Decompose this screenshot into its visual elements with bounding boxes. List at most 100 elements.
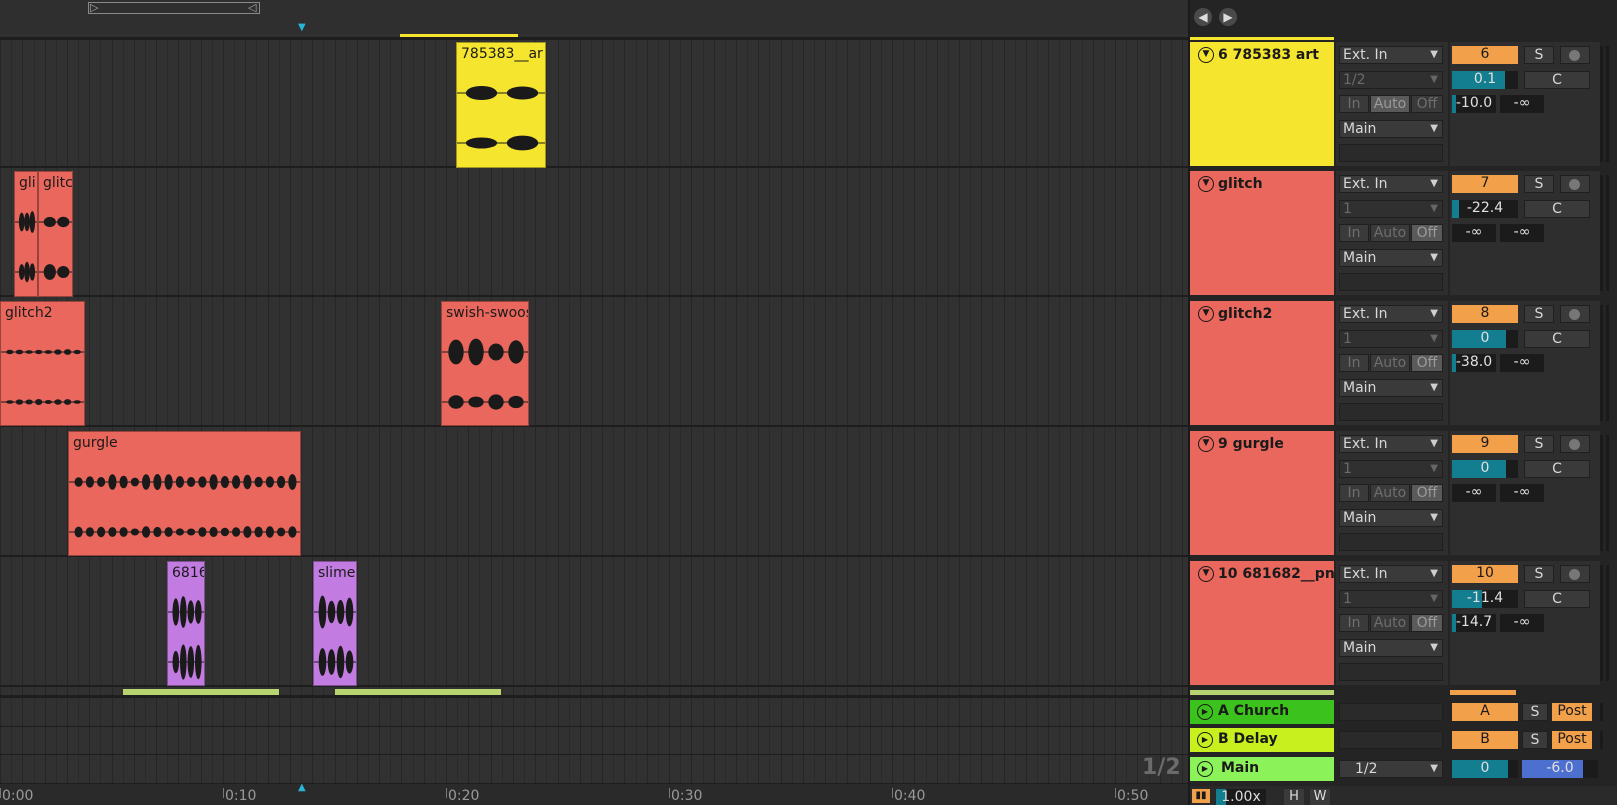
volume-field[interactable]: -11.4 [1452,590,1518,608]
output-channel-field[interactable] [1339,273,1443,291]
send-a-field[interactable]: -14.7 [1452,614,1496,632]
track-header[interactable]: ▼ glitch [1190,171,1334,295]
return-activator[interactable]: B [1452,731,1518,749]
input-channel-select[interactable]: 1 ▼ [1339,460,1443,478]
audio-clip[interactable]: gurgle [68,431,301,556]
track-header[interactable]: ▼ 10 681682__pn [1190,561,1335,685]
monitor-off-button[interactable]: Off [1411,95,1443,113]
send-b-field[interactable]: -∞ [1500,614,1544,632]
input-type-select[interactable]: Ext. In ▼ [1339,46,1443,64]
return-input-field[interactable] [1339,731,1443,749]
volume-field[interactable]: 0 [1452,330,1518,348]
output-select[interactable]: Main ▼ [1339,249,1443,267]
main-volume[interactable]: 0 [1452,760,1518,778]
fold-toggle-icon[interactable]: ▼ [1198,306,1214,322]
return-input-field[interactable] [1339,703,1443,721]
input-channel-select[interactable]: 1 ▼ [1339,330,1443,348]
output-channel-field[interactable] [1339,144,1443,162]
audio-clip[interactable]: gli [14,171,38,297]
arm-button[interactable] [1560,305,1590,323]
overview-viewport[interactable] [88,2,260,14]
monitor-in-button[interactable]: In [1339,614,1369,632]
volume-field[interactable]: 0.1 [1452,71,1518,89]
monitor-off-button[interactable]: Off [1411,614,1443,632]
main-pan[interactable]: -6.0 [1522,760,1598,778]
monitor-auto-button[interactable]: Auto [1370,614,1410,632]
monitor-in-button[interactable]: In [1339,95,1369,113]
solo-button[interactable]: S [1524,305,1554,323]
output-channel-field[interactable] [1339,403,1443,421]
monitor-auto-button[interactable]: Auto [1370,224,1410,242]
play-icon[interactable]: ▶ [1197,761,1213,777]
arm-button[interactable] [1560,565,1590,583]
output-select[interactable]: Main ▼ [1339,509,1443,527]
monitor-off-button[interactable]: Off [1411,354,1443,372]
track-header-partial[interactable] [1190,690,1334,695]
play-icon[interactable]: ▶ [1197,732,1213,748]
solo-button[interactable]: S [1522,703,1548,721]
audio-clip[interactable]: slime- [313,561,357,686]
send-b-field[interactable]: -∞ [1500,484,1544,502]
h-button[interactable]: H [1284,789,1304,805]
monitor-in-button[interactable]: In [1339,224,1369,242]
monitor-auto-button[interactable]: Auto [1370,484,1410,502]
overview-right-handle[interactable]: ◁ [248,1,256,14]
audio-clip[interactable]: 6816 [167,561,205,686]
volume-field[interactable]: -22.4 [1452,200,1518,218]
playhead-marker-bottom[interactable]: ▲ [298,782,306,793]
monitor-in-button[interactable]: In [1339,354,1369,372]
return-activator[interactable]: A [1452,703,1518,721]
monitor-auto-button[interactable]: Auto [1370,354,1410,372]
send-a-field[interactable]: -10.0 [1452,95,1496,113]
arrow-left-icon[interactable]: ◀ [1194,8,1212,26]
track-activator[interactable]: 10 [1452,565,1518,583]
input-type-select[interactable]: Ext. In ▼ [1339,565,1443,583]
send-a-field[interactable]: -∞ [1452,484,1496,502]
waveform-icon[interactable]: ▮▮ [1192,789,1210,803]
input-channel-select[interactable]: 1 ▼ [1339,590,1443,608]
send-a-field[interactable]: -∞ [1452,224,1496,242]
track-activator[interactable]: 6 [1452,46,1518,64]
arrangement-view[interactable]: ▷ ◁ ▼ 785383__ar gli glitc glitch2 swish… [0,0,1188,805]
monitor-in-button[interactable]: In [1339,484,1369,502]
solo-button[interactable]: S [1524,565,1554,583]
audio-clip[interactable]: 785383__ar [456,42,546,168]
zoom-field[interactable]: 1.00x [1216,789,1266,805]
track-activator[interactable]: 7 [1452,175,1518,193]
send-b-field[interactable]: -∞ [1500,224,1544,242]
track-activator[interactable]: 8 [1452,305,1518,323]
monitor-off-button[interactable]: Off [1411,484,1443,502]
send-a-field[interactable]: -38.0 [1452,354,1496,372]
volume-field[interactable]: 0 [1452,460,1518,478]
pan-field[interactable]: C [1524,590,1590,608]
output-select[interactable]: Main ▼ [1339,379,1443,397]
arrow-right-icon[interactable]: ▶ [1219,8,1237,26]
audio-clip[interactable]: swish-swoos [441,301,529,426]
return-track-header[interactable]: ▶ B Delay [1190,728,1334,752]
track-activator[interactable]: 9 [1452,435,1518,453]
playhead-marker-top[interactable]: ▼ [298,22,306,33]
output-channel-field[interactable] [1339,663,1443,681]
send-b-field[interactable]: -∞ [1500,95,1544,113]
pan-field[interactable]: C [1524,460,1590,478]
fold-toggle-icon[interactable]: ▼ [1198,47,1214,63]
input-type-select[interactable]: Ext. In ▼ [1339,175,1443,193]
audio-clip[interactable]: glitc [38,171,73,297]
input-type-select[interactable]: Ext. In ▼ [1339,435,1443,453]
input-type-select[interactable]: Ext. In ▼ [1339,305,1443,323]
audio-clip-partial[interactable] [335,689,501,695]
post-button[interactable]: Post [1552,731,1592,749]
pan-field[interactable]: C [1524,71,1590,89]
main-track-header[interactable]: ▶ Main [1190,757,1334,781]
return-track-header[interactable]: ▶ A Church [1190,700,1334,724]
arm-button[interactable] [1560,435,1590,453]
input-channel-select[interactable]: 1 ▼ [1339,200,1443,218]
audio-clip-partial[interactable] [123,689,279,695]
main-channel-select[interactable]: 1/2 ▼ [1339,760,1443,778]
fold-toggle-icon[interactable]: ▼ [1198,176,1214,192]
pan-field[interactable]: C [1524,330,1590,348]
post-button[interactable]: Post [1552,703,1592,721]
solo-button[interactable]: S [1524,46,1554,64]
input-channel-select[interactable]: 1/2 ▼ [1339,71,1443,89]
solo-button[interactable]: S [1522,731,1548,749]
